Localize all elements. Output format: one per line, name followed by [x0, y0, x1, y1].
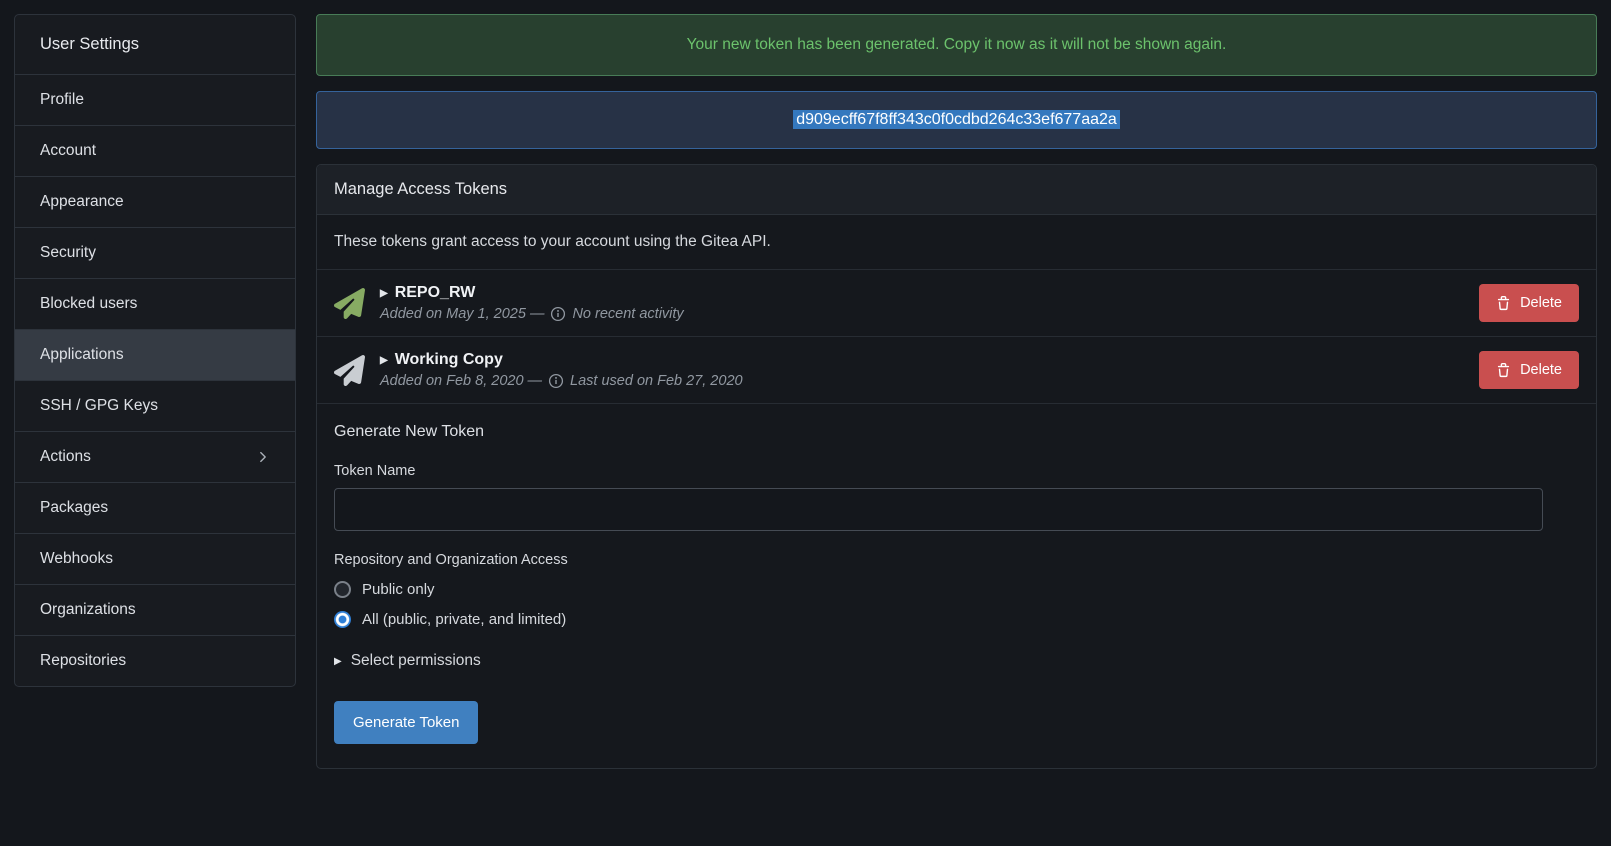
- token-name-label: Token Name: [334, 463, 1579, 479]
- delete-token-button[interactable]: Delete: [1479, 284, 1579, 322]
- token-name-input[interactable]: [334, 488, 1543, 531]
- panel-header: Manage Access Tokens: [317, 165, 1596, 215]
- radio-option-all[interactable]: All (public, private, and limited): [334, 611, 1579, 628]
- settings-page: User Settings Profile Account Appearance…: [0, 0, 1611, 783]
- panel-description: These tokens grant access to your accoun…: [317, 215, 1596, 270]
- radio-selected-icon[interactable]: [334, 611, 351, 628]
- expand-triangle-icon: ▶: [334, 656, 342, 667]
- paper-plane-icon: [334, 355, 365, 386]
- access-tokens-panel: Manage Access Tokens These tokens grant …: [316, 164, 1597, 769]
- sidebar-item-webhooks[interactable]: Webhooks: [15, 533, 295, 584]
- chevron-right-icon: [256, 450, 270, 464]
- success-banner: Your new token has been generated. Copy …: [316, 14, 1597, 76]
- token-info: ▶ REPO_RW Added on May 1, 2025 — No rece…: [380, 284, 684, 322]
- success-banner-message: Your new token has been generated. Copy …: [687, 36, 1227, 53]
- token-row: ▶ REPO_RW Added on May 1, 2025 — No rece…: [317, 270, 1596, 337]
- trash-icon: [1496, 363, 1511, 378]
- delete-token-button[interactable]: Delete: [1479, 351, 1579, 389]
- sidebar-title: User Settings: [15, 15, 295, 74]
- token-name-toggle[interactable]: ▶ Working Copy: [380, 351, 743, 369]
- token-meta: Added on Feb 8, 2020 — Last used on Feb …: [380, 373, 743, 389]
- repo-org-access-label: Repository and Organization Access: [334, 552, 1579, 568]
- expand-triangle-icon: ▶: [380, 288, 388, 299]
- generate-token-button[interactable]: Generate Token: [334, 701, 478, 744]
- radio-option-public-only[interactable]: Public only: [334, 581, 1579, 598]
- paper-plane-icon: [334, 288, 365, 319]
- select-permissions-toggle[interactable]: ▶ Select permissions: [334, 652, 1579, 670]
- settings-sidebar: User Settings Profile Account Appearance…: [14, 14, 296, 687]
- sidebar-item-repositories[interactable]: Repositories: [15, 635, 295, 686]
- sidebar-item-packages[interactable]: Packages: [15, 482, 295, 533]
- sidebar-item-applications[interactable]: Applications: [15, 329, 295, 380]
- token-meta: Added on May 1, 2025 — No recent activit…: [380, 306, 684, 322]
- sidebar-item-appearance[interactable]: Appearance: [15, 176, 295, 227]
- new-token-box: d909ecff67f8ff343c0f0cdbd264c33ef677aa2a: [316, 91, 1597, 149]
- token-info: ▶ Working Copy Added on Feb 8, 2020 — La…: [380, 351, 743, 389]
- sidebar-item-account[interactable]: Account: [15, 125, 295, 176]
- sidebar-item-profile[interactable]: Profile: [15, 74, 295, 125]
- info-icon: [550, 306, 566, 322]
- sidebar-item-blocked-users[interactable]: Blocked users: [15, 278, 295, 329]
- generate-token-section: Generate New Token Token Name Repository…: [317, 404, 1596, 768]
- sidebar-item-security[interactable]: Security: [15, 227, 295, 278]
- radio-unselected-icon[interactable]: [334, 581, 351, 598]
- new-token-value[interactable]: d909ecff67f8ff343c0f0cdbd264c33ef677aa2a: [793, 110, 1120, 129]
- token-name: Working Copy: [395, 351, 503, 369]
- token-row: ▶ Working Copy Added on Feb 8, 2020 — La…: [317, 337, 1596, 404]
- generate-token-heading: Generate New Token: [334, 423, 1579, 441]
- sidebar-item-organizations[interactable]: Organizations: [15, 584, 295, 635]
- token-name-toggle[interactable]: ▶ REPO_RW: [380, 284, 684, 302]
- token-name: REPO_RW: [395, 284, 476, 302]
- sidebar-item-actions[interactable]: Actions: [15, 431, 295, 482]
- main-content: Your new token has been generated. Copy …: [316, 14, 1597, 769]
- sidebar-item-ssh-gpg-keys[interactable]: SSH / GPG Keys: [15, 380, 295, 431]
- info-icon: [548, 373, 564, 389]
- expand-triangle-icon: ▶: [380, 355, 388, 366]
- trash-icon: [1496, 296, 1511, 311]
